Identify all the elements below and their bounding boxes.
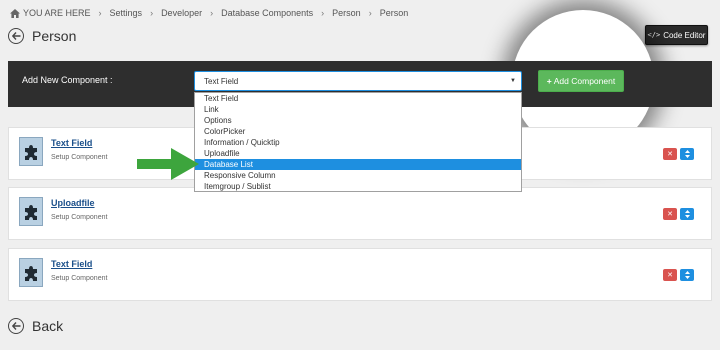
- dropdown-option-colorpicker[interactable]: ColorPicker: [195, 126, 521, 137]
- dropdown-option-information-quicktip[interactable]: Information / Quicktip: [195, 137, 521, 148]
- component-name-link[interactable]: Text Field: [51, 259, 92, 269]
- pointer-arrow-icon: [137, 148, 199, 180]
- component-subtitle: Setup Component: [51, 275, 108, 282]
- breadcrumb-separator: ›: [368, 8, 372, 18]
- component-card: Uploadfile Setup Component ✕: [8, 187, 712, 240]
- component-subtitle: Setup Component: [51, 214, 108, 221]
- dropdown-option-text-field[interactable]: Text Field: [195, 93, 521, 104]
- close-icon[interactable]: ✕: [663, 269, 677, 281]
- component-type-dropdown: Text Field Link Options ColorPicker Info…: [194, 92, 522, 192]
- dropdown-option-itemgroup-sublist[interactable]: Itemgroup / Sublist: [195, 181, 521, 192]
- breadcrumb-item-settings[interactable]: Settings: [110, 8, 143, 18]
- component-name-link[interactable]: Uploadfile: [51, 198, 95, 208]
- component-type-select[interactable]: Text Field ▼: [194, 71, 522, 91]
- code-editor-label: Code Editor: [663, 30, 706, 40]
- breadcrumb-separator: ›: [150, 8, 154, 18]
- component-card: Text Field Setup Component ✕: [8, 248, 712, 301]
- back-arrow-icon[interactable]: [8, 318, 24, 334]
- dropdown-option-database-list[interactable]: Database List: [195, 159, 521, 170]
- breadcrumb-item-developer[interactable]: Developer: [161, 8, 202, 18]
- caret-down-icon: ▼: [510, 78, 516, 84]
- component-subtitle: Setup Component: [51, 154, 108, 161]
- dropdown-option-link[interactable]: Link: [195, 104, 521, 115]
- close-icon[interactable]: ✕: [663, 208, 677, 220]
- back-arrow-icon[interactable]: [8, 28, 24, 44]
- sort-icon[interactable]: [680, 208, 694, 220]
- dropdown-option-options[interactable]: Options: [195, 115, 521, 126]
- breadcrumb-item-current: Person: [379, 8, 409, 18]
- back-link[interactable]: Back: [8, 318, 63, 334]
- breadcrumb-separator: ›: [98, 8, 102, 18]
- add-new-component-label: Add New Component :: [22, 75, 113, 85]
- code-editor-button[interactable]: </> Code Editor: [645, 25, 708, 45]
- dropdown-option-uploadfile[interactable]: Uploadfile: [195, 148, 521, 159]
- page-title: Person: [32, 28, 77, 44]
- component-type-selected-value: Text Field: [204, 76, 239, 86]
- breadcrumb-separator: ›: [210, 8, 214, 18]
- page-title-row: Person: [8, 28, 76, 44]
- dropdown-option-responsive-column[interactable]: Responsive Column: [195, 170, 521, 181]
- puzzle-icon: [19, 137, 43, 166]
- puzzle-icon: [19, 258, 43, 287]
- breadcrumb-home-label: YOU ARE HERE: [23, 8, 91, 18]
- sort-icon[interactable]: [680, 269, 694, 281]
- home-icon[interactable]: [10, 8, 20, 18]
- breadcrumb-item-person[interactable]: Person: [332, 8, 361, 18]
- plus-icon: +: [546, 76, 552, 86]
- component-name-link[interactable]: Text Field: [51, 138, 92, 148]
- breadcrumb: YOU ARE HERE › Settings › Developer › Da…: [10, 7, 408, 19]
- sort-icon[interactable]: [680, 148, 694, 160]
- add-component-button[interactable]: + Add Component: [538, 70, 624, 92]
- puzzle-icon: [19, 197, 43, 226]
- close-icon[interactable]: ✕: [663, 148, 677, 160]
- breadcrumb-separator: ›: [321, 8, 325, 18]
- breadcrumb-item-database-components[interactable]: Database Components: [221, 8, 313, 18]
- add-component-label: Add Component: [553, 76, 616, 86]
- back-label: Back: [32, 318, 64, 334]
- code-icon: </>: [647, 31, 661, 39]
